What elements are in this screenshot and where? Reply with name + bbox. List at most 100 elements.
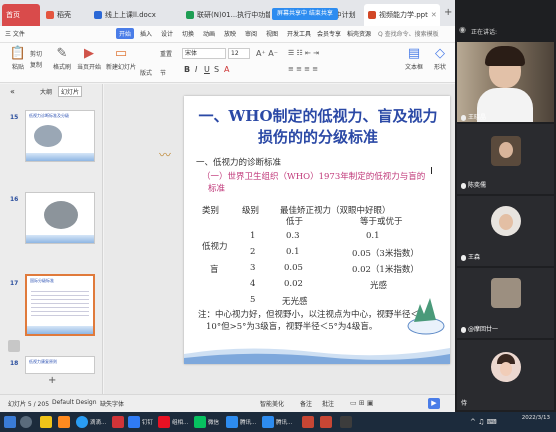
close-tab-icon[interactable]: ✕: [431, 11, 437, 19]
menu-insert[interactable]: 插入: [140, 29, 152, 38]
font-color-button[interactable]: A: [224, 65, 229, 74]
text-box-label: 文本框: [404, 64, 423, 71]
docer-icon: [46, 11, 54, 19]
collapse-panel-icon[interactable]: «: [10, 87, 15, 96]
bullets-icon[interactable]: ☰ ☷ ⇤ ⇥: [288, 49, 319, 57]
search-icon[interactable]: [20, 416, 32, 428]
view-mode-icon[interactable]: ▭ ⊞ ▣: [350, 399, 374, 407]
participant-tile[interactable]: 陈奕儒: [457, 124, 554, 194]
wechat-icon[interactable]: [194, 416, 206, 428]
italic-button[interactable]: I: [195, 65, 197, 74]
smart-beautify[interactable]: 智能美化: [260, 399, 284, 408]
paste-button[interactable]: 📋 粘贴: [6, 46, 30, 71]
tab-label: 稻壳: [57, 11, 71, 19]
wave-decoration: [184, 348, 450, 364]
app-icon[interactable]: [158, 416, 170, 428]
text-box-button[interactable]: ▤ 文本框: [402, 46, 426, 71]
didi-app-icon[interactable]: [76, 416, 88, 428]
clock-date: 2022/3/13: [521, 415, 550, 421]
shape-button[interactable]: ◇ 形状: [428, 46, 452, 71]
bold-button[interactable]: B: [184, 65, 190, 74]
section-button[interactable]: 节: [160, 68, 166, 77]
font-name-select[interactable]: 宋体: [182, 48, 226, 59]
participant-video[interactable]: 王晓晶: [457, 42, 554, 122]
participant-tile[interactable]: @摩回廿一: [457, 268, 554, 338]
layout-button[interactable]: 版式: [140, 68, 152, 77]
tencent-meeting-icon[interactable]: [226, 416, 238, 428]
menu-view[interactable]: 视图: [266, 29, 278, 38]
tab-ppt-active[interactable]: 视频能力学.ppt ✕: [364, 4, 440, 26]
notes-toggle[interactable]: 备注: [300, 399, 312, 408]
ppt-taskbar-icon[interactable]: [320, 416, 332, 428]
menu-review[interactable]: 审阅: [245, 29, 257, 38]
speaking-label: 正在讲话:: [471, 29, 498, 36]
slide-thumbnail[interactable]: [25, 192, 95, 244]
command-search[interactable]: Q 查找命令、搜索模板: [378, 29, 439, 38]
format-painter-button[interactable]: ✎ 格式刷: [50, 46, 74, 71]
missing-font[interactable]: 缺失字体: [100, 399, 124, 408]
menu-slideshow[interactable]: 放映: [224, 29, 236, 38]
excel-icon: [186, 11, 194, 19]
row-level: 3: [250, 263, 256, 273]
tab-word-doc[interactable]: 线上上课ll.docx: [90, 4, 180, 26]
ppt-taskbar-icon[interactable]: [302, 416, 314, 428]
add-slide-icon[interactable]: +: [48, 375, 56, 386]
reset-button[interactable]: 重置: [160, 49, 172, 58]
row-lower: 0.3: [286, 231, 300, 241]
new-tab-icon[interactable]: +: [444, 7, 452, 18]
theme-name[interactable]: Default Design: [52, 399, 97, 406]
participant-tile[interactable]: 侍: [457, 340, 554, 410]
strikethrough-button[interactable]: S: [214, 65, 219, 74]
font-size-select[interactable]: 12: [228, 48, 250, 59]
screen-share-banner[interactable]: 屏幕共享中 结束共享: [272, 8, 338, 20]
font-grow-icon[interactable]: A⁺ A⁻: [256, 49, 278, 58]
avatar: [491, 352, 521, 382]
slide-thumbnail[interactable]: 低视力康复原则: [25, 356, 95, 374]
slide-thumbnail[interactable]: 低视力诊断标准及分级: [25, 110, 95, 162]
new-slide-button[interactable]: ▭ 新建幻灯片: [106, 46, 136, 71]
browser-icon[interactable]: [58, 416, 70, 428]
mic-icon: [461, 114, 466, 121]
tab-docer[interactable]: 稻壳: [42, 4, 88, 26]
slideshow-play-button[interactable]: ▶: [428, 398, 440, 409]
note-line1: 注：中心视力好，但视野小，以注视点为中心，视野半径＜: [198, 310, 420, 320]
underline-button[interactable]: U: [204, 65, 210, 74]
start-icon[interactable]: [4, 416, 16, 428]
participant-tile[interactable]: 王森: [457, 196, 554, 266]
system-clock[interactable]: 2022/3/13: [522, 415, 550, 422]
slide-thumbnail-selected[interactable]: 国际分级标准: [25, 274, 95, 336]
menu-animation[interactable]: 动画: [203, 29, 215, 38]
comments-toggle[interactable]: 批注: [322, 399, 334, 408]
copy-button[interactable]: 复制: [30, 60, 42, 69]
tab-outline[interactable]: 大纲: [40, 87, 52, 96]
wps-icon[interactable]: [112, 416, 124, 428]
menu-home[interactable]: 开始: [116, 28, 135, 39]
tab-slides[interactable]: 幻灯片: [58, 86, 83, 97]
menu-member[interactable]: 会员专享: [317, 29, 341, 38]
header-level: 级别: [242, 206, 260, 216]
app-icon[interactable]: [340, 416, 352, 428]
menu-docer-resources[interactable]: 稻壳资源: [347, 29, 371, 38]
slide-title[interactable]: 一、WHO制定的低视力、盲及视力 损伤的的分级标准: [192, 106, 444, 148]
pen-tool-icon[interactable]: [8, 340, 20, 352]
tencent-meeting-icon[interactable]: [262, 416, 274, 428]
avatar: [491, 136, 521, 166]
menu-transition[interactable]: 切换: [182, 29, 194, 38]
cut-button[interactable]: 剪切: [30, 49, 42, 58]
tray-icons[interactable]: ^ ♫ ⌨: [470, 418, 497, 426]
tab-home[interactable]: 首页: [2, 4, 40, 26]
format-painter-label: 格式刷: [52, 64, 71, 71]
slide-thumbnail-panel: « 大纲 幻灯片 15 低视力诊断标准及分级 16 17 国际分级标准 18 低…: [0, 84, 103, 394]
row-level: 4: [250, 279, 256, 289]
play-from-current-button[interactable]: ▶ 当页开始: [76, 46, 102, 71]
paste-label: 粘贴: [11, 64, 24, 71]
tab-excel-1[interactable]: 联研(N)01...执行中功能导: [182, 4, 270, 26]
file-menu[interactable]: 三 文件: [5, 29, 25, 38]
menu-design[interactable]: 设计: [161, 29, 173, 38]
ppt-icon: [368, 11, 376, 19]
dingtalk-icon[interactable]: [128, 416, 140, 428]
align-icon[interactable]: ≡ ≡ ≡ ≡: [288, 65, 318, 73]
current-slide[interactable]: 一、WHO制定的低视力、盲及视力 损伤的的分级标准 一、低视力的诊断标准 （一）…: [184, 96, 450, 364]
menu-developer[interactable]: 开发工具: [287, 29, 311, 38]
file-explorer-icon[interactable]: [40, 416, 52, 428]
